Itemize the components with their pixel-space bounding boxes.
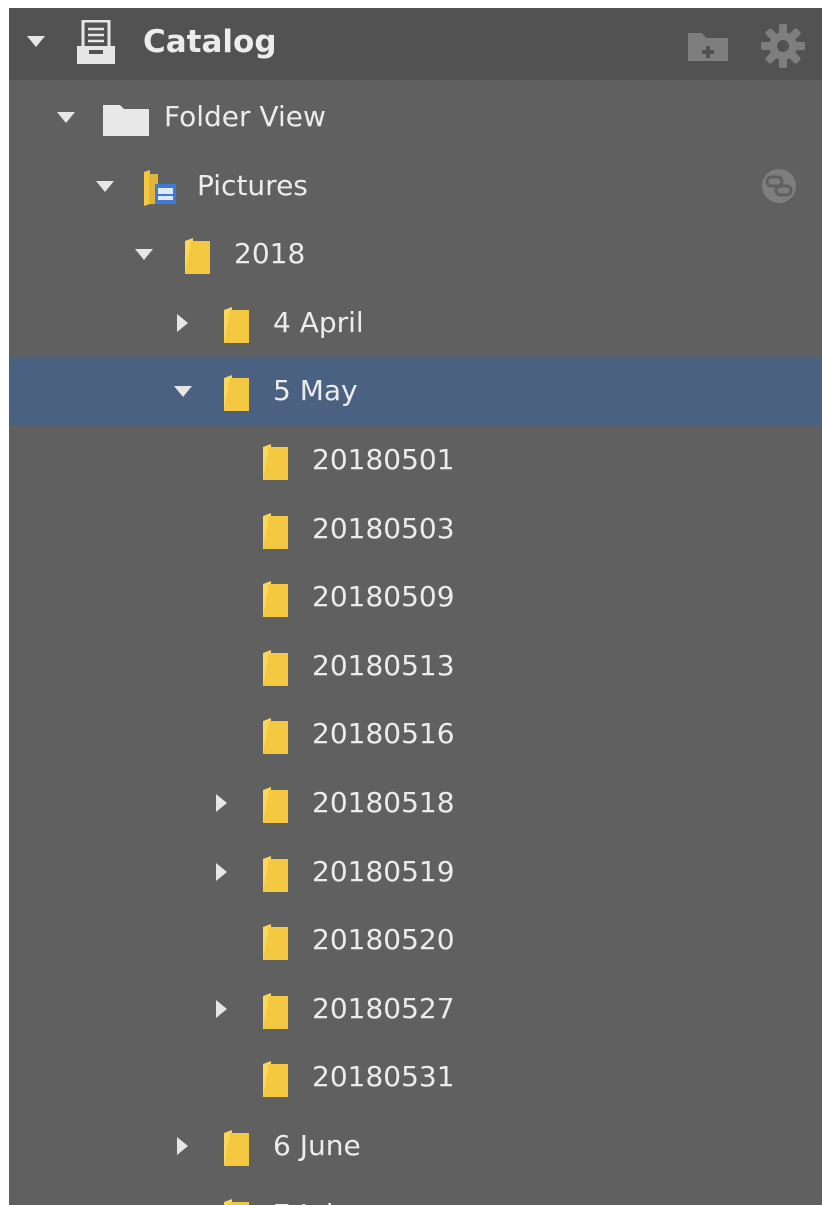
folder-icon bbox=[263, 581, 288, 618]
folder-icon bbox=[263, 924, 288, 961]
tree-row-label: 20180509 bbox=[312, 580, 455, 614]
tree-row-label: 20180513 bbox=[312, 648, 455, 682]
tree-row-20180520[interactable]: 20180520 bbox=[9, 907, 822, 975]
tree-row-4-april[interactable]: 4 April bbox=[9, 290, 822, 358]
gear-icon[interactable] bbox=[759, 22, 807, 70]
tree-row-label: 2018 bbox=[234, 237, 306, 271]
collapse-arrow-right-icon[interactable] bbox=[216, 794, 227, 812]
tree-row-20180518[interactable]: 20180518 bbox=[9, 770, 822, 838]
tree-row-20180513[interactable]: 20180513 bbox=[9, 633, 822, 701]
tree-row-label: 20180520 bbox=[312, 923, 455, 957]
catalog-icon bbox=[77, 20, 115, 64]
expand-arrow-down-icon[interactable] bbox=[135, 249, 153, 261]
collapse-arrow-right-icon[interactable] bbox=[177, 313, 188, 332]
catalog-header[interactable]: Catalog bbox=[9, 8, 822, 80]
tree-row-2018[interactable]: 2018 bbox=[9, 221, 822, 289]
tree-row-20180503[interactable]: 20180503 bbox=[9, 496, 822, 564]
tree-row-7-july[interactable]: 7 July bbox=[9, 1182, 822, 1205]
expand-arrow-down-icon[interactable] bbox=[174, 386, 192, 398]
folder-icon bbox=[263, 855, 288, 892]
tree-row-label: 20180518 bbox=[312, 786, 455, 819]
tree-row-20180519[interactable]: 20180519 bbox=[9, 839, 822, 907]
tree-row-label: Pictures bbox=[197, 168, 308, 202]
tree-row-6-june[interactable]: 6 June bbox=[9, 1113, 822, 1181]
tree-row-pictures[interactable]: Pictures bbox=[9, 153, 822, 221]
folder-icon bbox=[263, 444, 288, 480]
tree-row-20180531[interactable]: 20180531 bbox=[9, 1044, 822, 1112]
folder-icon bbox=[224, 1130, 249, 1166]
tree-row-label: 20180501 bbox=[312, 443, 455, 476]
folder-icon bbox=[263, 649, 288, 686]
folder-icon bbox=[224, 306, 249, 343]
tree-row-label: Folder View bbox=[164, 100, 326, 133]
tree-row-5-may[interactable]: 5 May bbox=[9, 358, 822, 427]
tree-row-label: 20180516 bbox=[312, 717, 455, 751]
folder-icon bbox=[185, 238, 210, 275]
tree-row-label: 20180531 bbox=[312, 1060, 455, 1094]
folder-white-icon bbox=[103, 105, 149, 136]
pictures-folder-icon bbox=[144, 169, 176, 206]
tree-row-label: 4 April bbox=[273, 305, 364, 339]
folder-icon bbox=[224, 1198, 249, 1205]
tree-row-20180501[interactable]: 20180501 bbox=[9, 427, 822, 495]
tree-row-label: 20180527 bbox=[312, 991, 455, 1025]
folder-icon bbox=[263, 718, 288, 755]
tree-row-20180509[interactable]: 20180509 bbox=[9, 564, 822, 632]
collapse-arrow-right-icon[interactable] bbox=[216, 999, 227, 1018]
catalog-title: Catalog bbox=[143, 24, 277, 60]
tree-row-20180516[interactable]: 20180516 bbox=[9, 701, 822, 769]
link-icon[interactable] bbox=[757, 166, 801, 206]
tree-row-folder-view[interactable]: Folder View bbox=[9, 84, 822, 152]
folder-icon bbox=[263, 512, 288, 549]
expand-arrow-down-icon[interactable] bbox=[96, 180, 114, 192]
add-folder-icon[interactable] bbox=[687, 30, 729, 62]
tree-row-20180527[interactable]: 20180527 bbox=[9, 976, 822, 1044]
tree-row-label: 6 June bbox=[273, 1129, 361, 1162]
folder-icon bbox=[224, 375, 249, 412]
expand-arrow-down-icon[interactable] bbox=[57, 112, 75, 123]
collapse-arrow-right-icon[interactable] bbox=[216, 862, 227, 881]
catalog-panel: Catalog Folder View Pictures 2018 4 April 5 … bbox=[9, 8, 822, 1205]
tree-row-label: 20180519 bbox=[312, 854, 455, 888]
collapse-arrow-right-icon[interactable] bbox=[177, 1137, 188, 1155]
collapse-arrow-icon[interactable] bbox=[27, 36, 45, 47]
folder-icon bbox=[263, 1061, 288, 1098]
folder-icon bbox=[263, 992, 288, 1029]
tree-row-label: 20180503 bbox=[312, 511, 455, 545]
tree-row-label: 5 May bbox=[273, 374, 358, 408]
folder-icon bbox=[263, 787, 288, 823]
tree-row-label: 7 July bbox=[273, 1197, 350, 1205]
